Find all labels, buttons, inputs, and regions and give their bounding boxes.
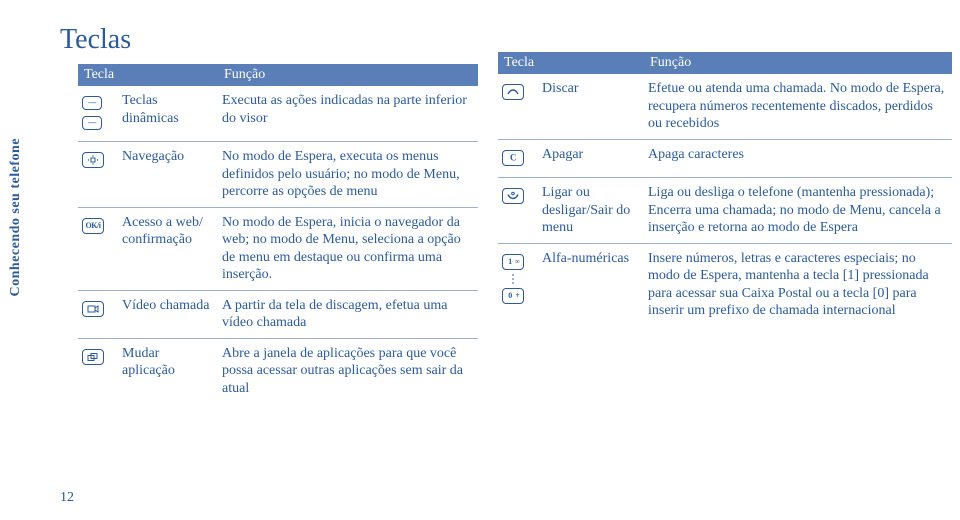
key-name: Alfa-numéricas (538, 243, 644, 326)
key-name: Acesso a web/ confirmação (118, 207, 218, 290)
left-keys-table: Tecla Função —— Teclas dinâmicas Executa… (78, 64, 478, 403)
delete-key-icon: C (498, 139, 538, 178)
key-name: Teclas dinâmicas (118, 86, 218, 142)
navigation-key-icon (78, 142, 118, 208)
key-function: Executa as ações indicadas na parte infe… (218, 86, 478, 142)
right-keys-table: Tecla Função Discar Efetue ou atenda uma… (498, 52, 952, 326)
page-number: 12 (60, 490, 74, 506)
key-name: Apagar (538, 139, 644, 178)
key-name: Navegação (118, 142, 218, 208)
table-row: Navegação No modo de Espera, executa os … (78, 142, 478, 208)
key-function: No modo de Espera, executa os menus defi… (218, 142, 478, 208)
switch-app-key-icon (78, 338, 118, 403)
page-title: Teclas (60, 24, 131, 56)
header-tecla: Tecla (498, 52, 644, 74)
alphanumeric-keys-icon: 1∞ 0+ (498, 243, 538, 326)
table-row: 1∞ 0+ Alfa-numéricas Insere números, let… (498, 243, 952, 326)
table-header-row: Tecla Função (78, 64, 478, 86)
header-tecla: Tecla (78, 64, 218, 86)
table-row: C Apagar Apaga caracteres (498, 139, 952, 178)
web-confirm-key-icon: OK/i (78, 207, 118, 290)
dial-key-icon (498, 74, 538, 139)
key-name: Vídeo chamada (118, 290, 218, 338)
key-function: A partir da tela de discagem, efetua uma… (218, 290, 478, 338)
table-row: Mudar aplicação Abre a janela de aplicaç… (78, 338, 478, 403)
table-row: OK/i Acesso a web/ confirmação No modo d… (78, 207, 478, 290)
key-function: Insere números, letras e caracteres espe… (644, 243, 952, 326)
key-function: Abre a janela de aplicações para que voc… (218, 338, 478, 403)
table-header-row: Tecla Função (498, 52, 952, 74)
key-name: Ligar ou desligar/Sair do menu (538, 178, 644, 244)
header-funcao: Função (644, 52, 952, 74)
section-label-vertical: Conhecendo seu telefone (8, 138, 24, 297)
key-name: Discar (538, 74, 644, 139)
power-end-key-icon (498, 178, 538, 244)
video-call-key-icon (78, 290, 118, 338)
header-funcao: Função (218, 64, 478, 86)
table-row: Ligar ou desligar/Sair do menu Liga ou d… (498, 178, 952, 244)
key-name: Mudar aplicação (118, 338, 218, 403)
key-function: Efetue ou atenda uma chamada. No modo de… (644, 74, 952, 139)
table-row: Vídeo chamada A partir da tela de discag… (78, 290, 478, 338)
table-row: Discar Efetue ou atenda uma chamada. No … (498, 74, 952, 139)
soft-keys-icon: —— (78, 86, 118, 142)
key-function: Apaga caracteres (644, 139, 952, 178)
table-row: —— Teclas dinâmicas Executa as ações ind… (78, 86, 478, 142)
key-function: No modo de Espera, inicia o navegador da… (218, 207, 478, 290)
key-function: Liga ou desliga o telefone (mantenha pre… (644, 178, 952, 244)
